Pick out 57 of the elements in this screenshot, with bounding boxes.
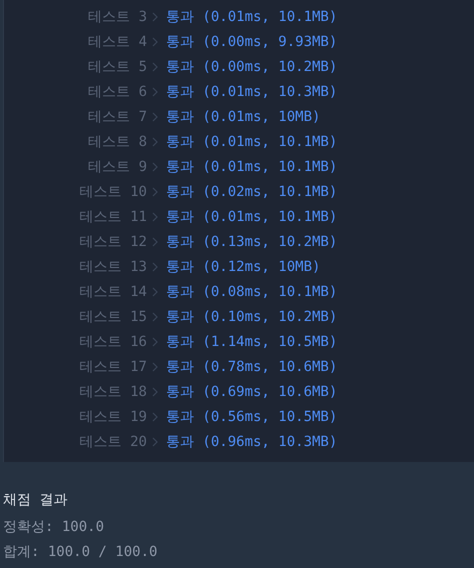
test-label: 테스트 19 [78,408,147,426]
test-result: 통과 (0.08ms, 10.1MB) [166,282,338,300]
test-result: 통과 (0.01ms, 10MB) [166,108,320,126]
chevron-icon [152,386,158,396]
chevron-icon [152,212,158,222]
test-result: 통과 (0.12ms, 10MB) [166,258,320,276]
chevron-icon [152,436,158,446]
chevron-icon [152,12,158,22]
test-result: 통과 (0.69ms, 10.6MB) [166,382,338,400]
test-label: 테스트 4 [87,32,147,50]
chevron-icon [152,136,158,146]
test-label: 테스트 6 [87,82,147,100]
test-label: 테스트 13 [78,258,147,276]
chevron-icon [152,286,158,296]
test-result: 통과 (0.01ms, 10.1MB) [166,8,338,26]
test-label: 테스트 12 [78,232,147,250]
chevron-icon [152,36,158,46]
test-result: 통과 (0.01ms, 10.1MB) [166,132,338,150]
test-result: 통과 (0.13ms, 10.2MB) [166,232,338,250]
summary-line: 정확성: 100.0 [3,518,106,537]
summary-title: 채점 결과 [3,491,68,510]
test-result: 통과 (0.01ms, 10.1MB) [166,158,338,176]
test-label: 테스트 15 [78,308,147,326]
test-label: 테스트 5 [87,58,147,76]
test-label: 테스트 16 [78,332,147,350]
test-label: 테스트 18 [78,382,147,400]
test-result: 통과 (0.02ms, 10.1MB) [166,182,338,200]
test-result: 통과 (0.10ms, 10.2MB) [166,308,338,326]
chevron-icon [152,86,158,96]
test-result: 통과 (0.96ms, 10.3MB) [166,432,338,450]
test-result: 통과 (0.01ms, 10.1MB) [166,208,338,226]
test-label: 테스트 20 [78,432,147,450]
chevron-icon [152,362,158,372]
chevron-icon [152,412,158,422]
chevron-icon [152,62,158,72]
test-result: 통과 (0.56ms, 10.5MB) [166,408,338,426]
test-label: 테스트 14 [78,282,147,300]
test-result: 통과 (0.00ms, 9.93MB) [166,32,338,50]
test-label: 테스트 9 [87,158,147,176]
test-label: 테스트 17 [78,358,147,376]
chevron-icon [152,236,158,246]
test-label: 테스트 8 [87,132,147,150]
chevron-icon [152,336,158,346]
test-label: 테스트 3 [87,8,147,26]
test-label: 테스트 11 [78,208,147,226]
test-result: 통과 (0.78ms, 10.6MB) [166,358,338,376]
test-result: 통과 (0.00ms, 10.2MB) [166,58,338,76]
chevron-icon [152,186,158,196]
test-label: 테스트 10 [78,182,147,200]
test-label: 테스트 7 [87,108,147,126]
chevron-icon [152,262,158,272]
summary-line: 합계: 100.0 / 100.0 [3,543,158,562]
chevron-icon [152,312,158,322]
test-result: 통과 (0.01ms, 10.3MB) [166,82,338,100]
test-result: 통과 (1.14ms, 10.5MB) [166,332,338,350]
chevron-icon [152,112,158,122]
chevron-icon [152,162,158,172]
